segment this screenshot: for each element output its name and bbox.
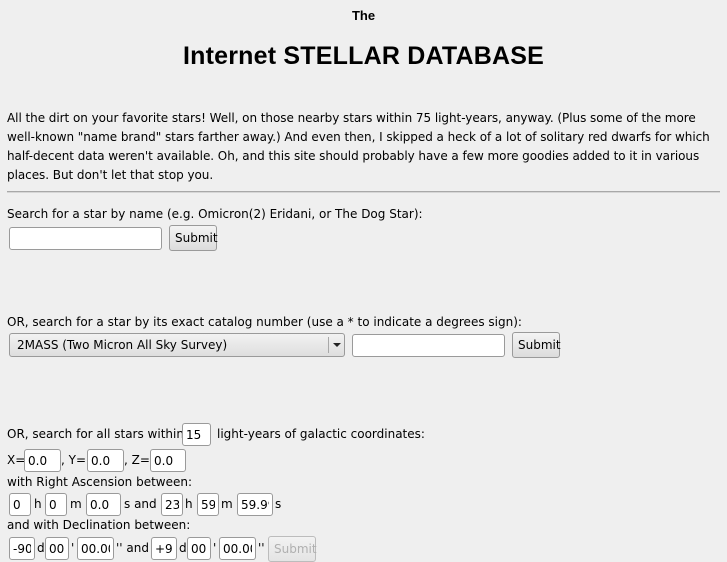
galactic-search-label-suffix: light-years of galactic coordinates: bbox=[217, 427, 425, 441]
galactic-search-submit-button[interactable]: Submit bbox=[268, 536, 317, 562]
z-label: , Z= bbox=[124, 453, 150, 467]
dec-sec-and-text: '' and bbox=[116, 541, 149, 555]
galactic-search-label-prefix: OR, search for all stars within bbox=[7, 427, 184, 441]
dec-from-seconds-input[interactable] bbox=[77, 537, 114, 560]
chevron-down-icon bbox=[333, 343, 341, 347]
x-label: X= bbox=[7, 453, 26, 467]
x-coordinate-input[interactable] bbox=[24, 449, 61, 472]
dec-to-seconds-input[interactable] bbox=[219, 537, 256, 560]
header-the: The bbox=[351, 8, 376, 23]
ra-to-s-unit: s bbox=[275, 497, 282, 511]
name-search-label: Search for a star by name (e.g. Omicron(… bbox=[7, 207, 423, 221]
catalog-select-value: 2MASS (Two Micron All Sky Survey) bbox=[17, 338, 228, 352]
ra-to-hours-input[interactable] bbox=[161, 493, 183, 516]
dec-to-d-unit: d bbox=[179, 541, 187, 555]
page-title: Internet STELLAR DATABASE bbox=[182, 42, 545, 70]
ra-to-minutes-input[interactable] bbox=[197, 493, 219, 516]
dec-from-minutes-input[interactable] bbox=[45, 537, 69, 560]
dec-from-d-unit: d bbox=[37, 541, 45, 555]
ra-to-m-unit: m bbox=[221, 497, 233, 511]
ra-from-minutes-input[interactable] bbox=[45, 493, 67, 516]
y-label: , Y= bbox=[61, 453, 87, 467]
catalog-number-input[interactable] bbox=[352, 334, 505, 357]
dec-to-minutes-input[interactable] bbox=[187, 537, 211, 560]
catalog-search-submit-button[interactable]: Submit bbox=[512, 332, 561, 358]
dec-to-degrees-input[interactable] bbox=[151, 537, 177, 560]
select-separator bbox=[328, 337, 329, 353]
ra-s-and-text: s and bbox=[124, 497, 157, 511]
ra-from-hours-input[interactable] bbox=[9, 493, 31, 516]
ra-from-seconds-input[interactable] bbox=[86, 493, 121, 516]
dec-from-min-unit: ' bbox=[71, 541, 75, 555]
ra-label: with Right Ascension between: bbox=[7, 475, 193, 489]
dec-label: and with Declination between: bbox=[7, 518, 191, 532]
star-name-input[interactable] bbox=[9, 227, 162, 250]
z-coordinate-input[interactable] bbox=[150, 449, 186, 472]
name-search-submit-button[interactable]: Submit bbox=[169, 225, 218, 251]
distance-input[interactable] bbox=[182, 423, 211, 446]
ra-to-seconds-input[interactable] bbox=[237, 493, 273, 516]
ra-to-h-unit: h bbox=[185, 497, 193, 511]
dec-to-min-unit: ' bbox=[213, 541, 217, 555]
dec-to-sec-unit: '' bbox=[258, 541, 265, 555]
y-coordinate-input[interactable] bbox=[87, 449, 124, 472]
catalog-search-label: OR, search for a star by its exact catal… bbox=[7, 315, 522, 329]
intro-paragraph: All the dirt on your favorite stars! Wel… bbox=[7, 111, 710, 182]
ra-from-m-unit: m bbox=[70, 497, 82, 511]
ra-from-h-unit: h bbox=[34, 497, 42, 511]
dec-from-degrees-input[interactable] bbox=[9, 537, 35, 560]
catalog-select[interactable]: 2MASS (Two Micron All Sky Survey) bbox=[9, 333, 345, 357]
horizontal-rule bbox=[7, 191, 720, 193]
